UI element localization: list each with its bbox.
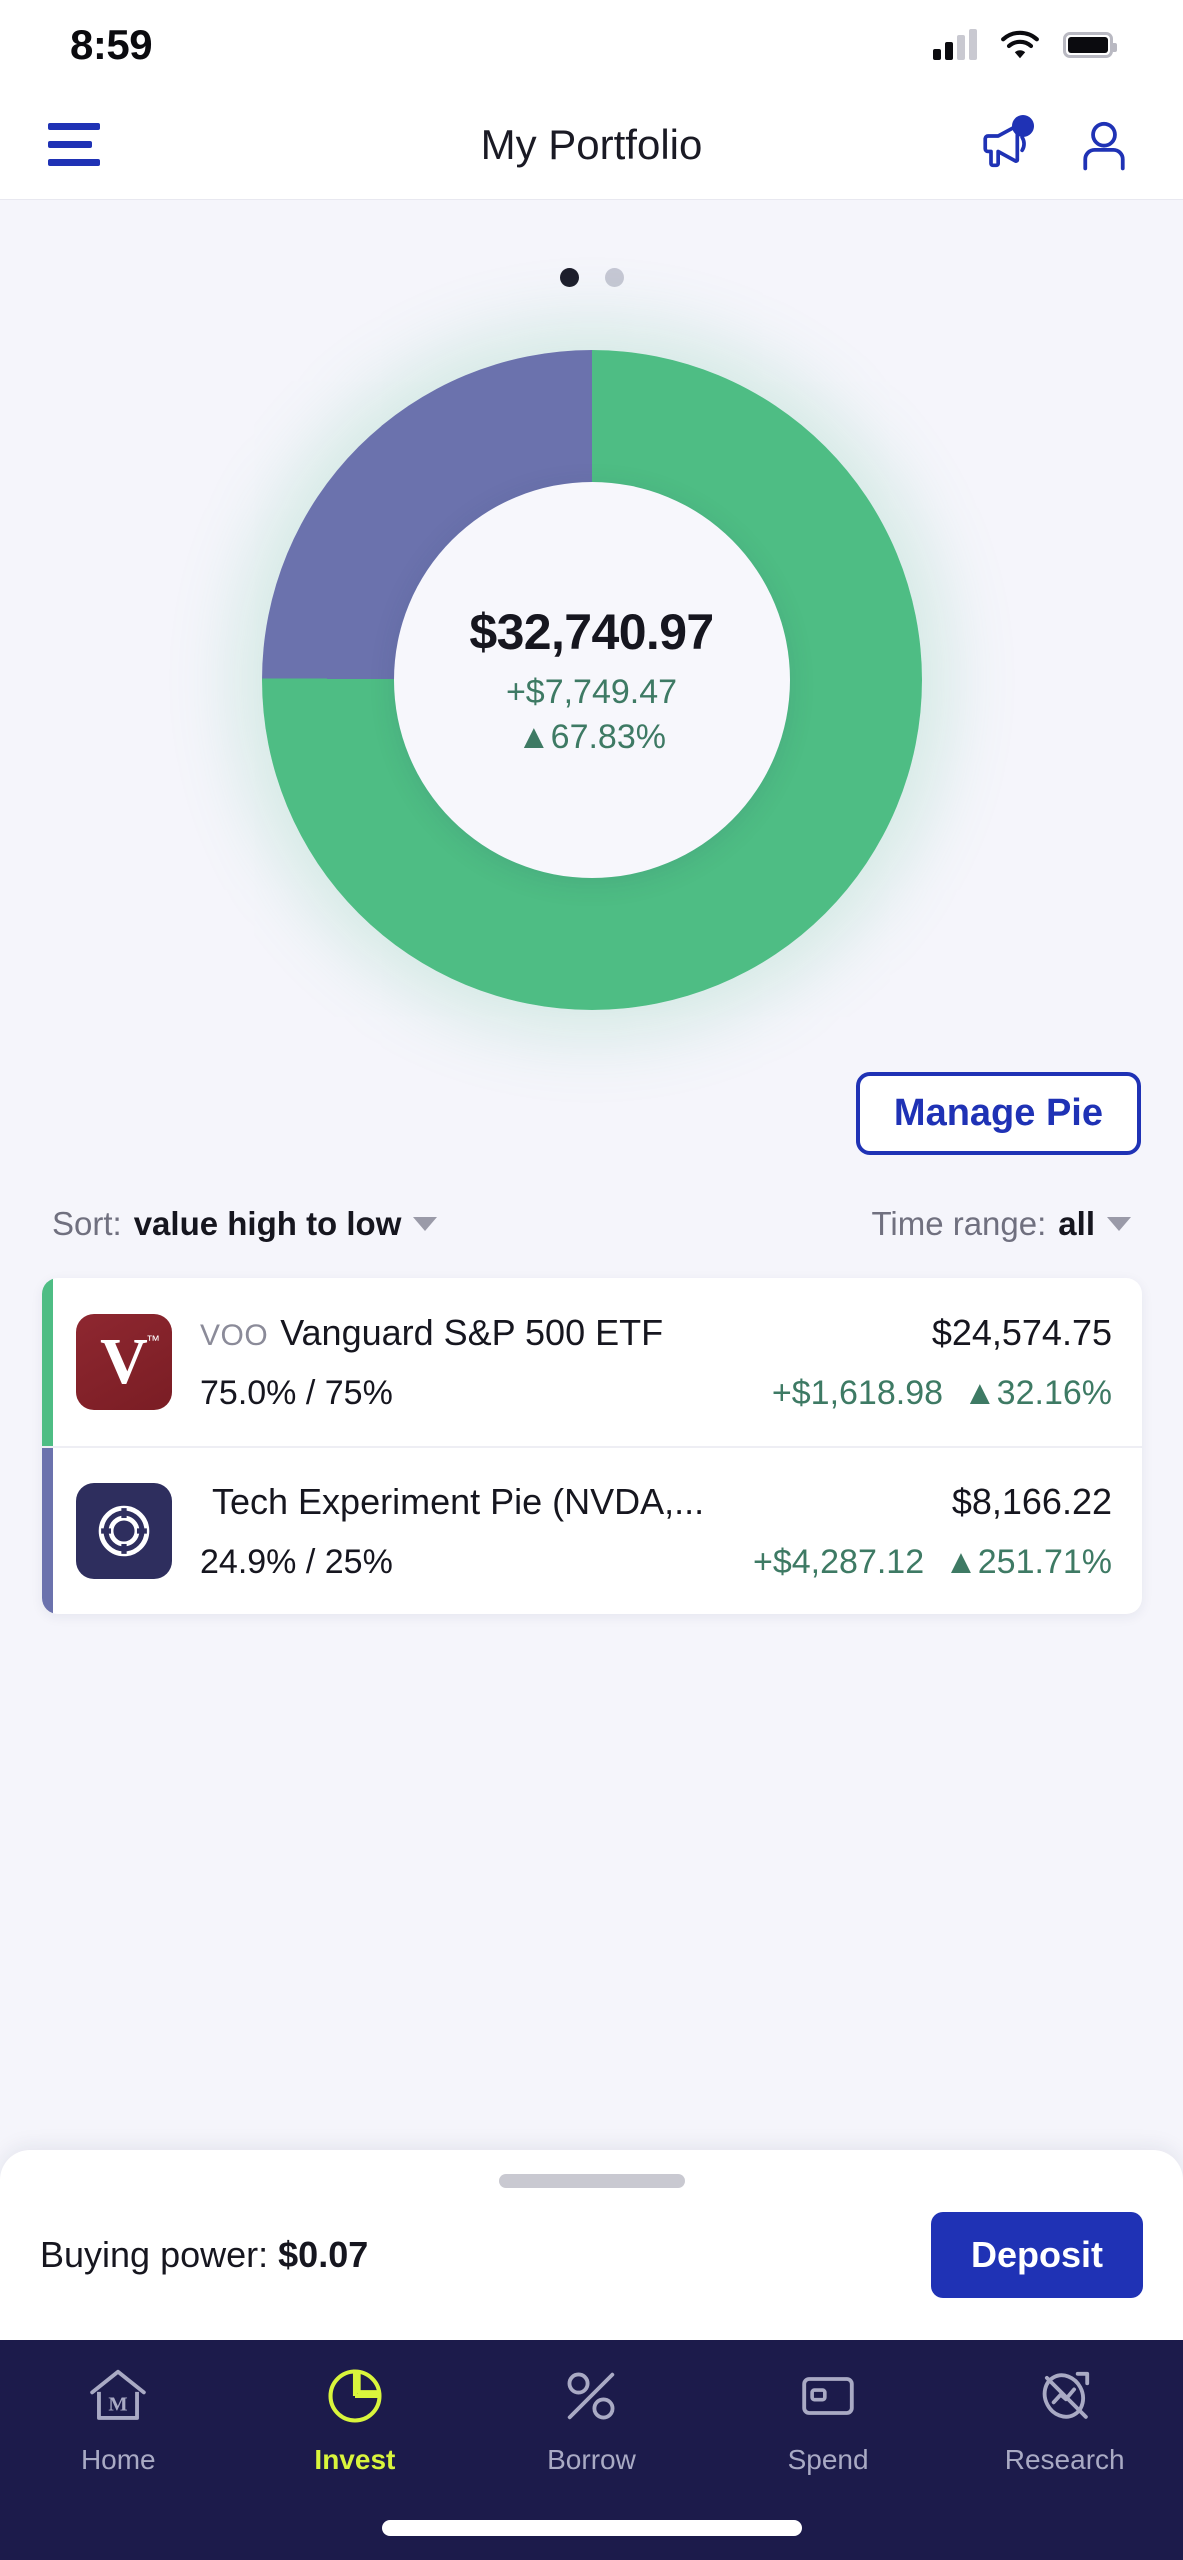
bottom-navigation: M Home Invest Borrow Spend Research	[0, 2340, 1183, 2560]
nav-item-spend[interactable]: Spend	[723, 2362, 933, 2476]
nav-label-spend: Spend	[787, 2444, 869, 2475]
buying-power-value: $0.07	[278, 2234, 369, 2275]
holding-name: Tech Experiment Pie (NVDA,...	[212, 1480, 705, 1522]
notification-badge-dot	[1012, 114, 1034, 137]
time-range-label: Time range:	[871, 1205, 1047, 1242]
header-actions	[975, 114, 1135, 176]
holding-value: $24,574.75	[931, 1311, 1112, 1353]
list-controls: Sort: value high to low Time range: all	[0, 1205, 1183, 1243]
time-range-value: all	[1058, 1205, 1095, 1242]
battery-icon	[1063, 32, 1117, 58]
nav-item-borrow[interactable]: Borrow	[486, 2362, 696, 2476]
app-header: My Portfolio	[0, 90, 1183, 200]
status-bar: 8:59	[0, 0, 1183, 90]
deposit-button[interactable]: Deposit	[930, 2212, 1143, 2298]
list-item[interactable]: V ™ VOO Vanguard S&P 500 ETF $24,574.75 …	[42, 1278, 1142, 1446]
hamburger-menu-icon[interactable]	[48, 121, 104, 169]
app-screen: 8:59 My Portfolio $32,740.97 +$7,749.47 …	[0, 0, 1183, 2560]
person-icon	[1083, 121, 1125, 170]
holding-gains: +$4,287.12 ▲251.71%	[753, 1543, 1112, 1582]
logo-letter: V	[100, 1325, 148, 1398]
holding-gain-amount: +$1,618.98	[771, 1373, 944, 1412]
list-item[interactable]: Tech Experiment Pie (NVDA,... $8,166.22 …	[42, 1446, 1142, 1614]
drag-handle[interactable]	[498, 2174, 685, 2188]
status-indicators	[933, 29, 1117, 61]
holding-weights: 24.9% / 25%	[200, 1542, 393, 1581]
holding-accent-bar	[42, 1448, 53, 1614]
pager-dot-1[interactable]	[559, 268, 579, 287]
holding-value: $8,166.22	[951, 1480, 1112, 1522]
sort-dropdown[interactable]: Sort: value high to low	[52, 1205, 438, 1243]
portfolio-donut-chart[interactable]: $32,740.97 +$7,749.47 ▲67.83%	[0, 340, 1183, 1020]
holding-name: Vanguard S&P 500 ETF	[280, 1311, 664, 1353]
chevron-down-icon	[1107, 1217, 1131, 1231]
holdings-list: V ™ VOO Vanguard S&P 500 ETF $24,574.75 …	[42, 1278, 1142, 1614]
holding-body: VOO Vanguard S&P 500 ETF $24,574.75 75.0…	[200, 1312, 1112, 1413]
profile-button[interactable]	[1073, 114, 1135, 176]
nav-label-home: Home	[80, 2444, 156, 2475]
signal-bars-icon	[933, 29, 977, 60]
nav-label-borrow: Borrow	[547, 2444, 636, 2475]
holding-gains: +$1,618.98 ▲32.16%	[772, 1374, 1112, 1413]
card-icon	[802, 2377, 854, 2415]
trademark-mark: ™	[146, 1332, 160, 1348]
trend-circle-icon	[1042, 2371, 1089, 2419]
donut-center: $32,740.97 +$7,749.47 ▲67.83%	[393, 482, 790, 878]
house-m-icon: M	[90, 2369, 147, 2420]
donut-glow: $32,740.97 +$7,749.47 ▲67.83%	[261, 350, 922, 1010]
nav-label-invest: Invest	[314, 2444, 396, 2475]
pie-slice-logo-icon	[76, 1483, 172, 1579]
buying-power-sheet: Buying power: $0.07 Deposit	[0, 2150, 1183, 2340]
time-range-dropdown[interactable]: Time range: all	[871, 1205, 1131, 1243]
announcements-button[interactable]	[975, 114, 1037, 176]
portfolio-total-gain: +$7,749.47	[505, 673, 678, 711]
sort-value: value high to low	[133, 1205, 402, 1242]
nav-label-research: Research	[1004, 2444, 1125, 2475]
holding-weights: 75.0% / 75%	[200, 1373, 393, 1412]
chevron-down-icon	[413, 1217, 438, 1231]
holding-accent-bar	[42, 1278, 53, 1446]
donut-icon	[98, 1505, 150, 1557]
home-indicator	[381, 2520, 802, 2536]
nav-item-research[interactable]: Research	[960, 2362, 1170, 2476]
holding-gain-percent: ▲32.16%	[963, 1373, 1112, 1412]
pie-chart-icon	[328, 2369, 382, 2423]
nav-item-home[interactable]: M Home	[13, 2362, 223, 2476]
nav-item-invest[interactable]: Invest	[250, 2362, 460, 2476]
svg-text:M: M	[109, 2394, 128, 2416]
holding-gain-percent: ▲251.71%	[944, 1542, 1112, 1581]
manage-pie-button[interactable]: Manage Pie	[855, 1072, 1141, 1155]
vanguard-logo-icon: V ™	[76, 1314, 172, 1410]
buying-power: Buying power: $0.07	[40, 2234, 368, 2276]
portfolio-total-gain-percent: ▲67.83%	[517, 718, 666, 756]
holding-ticker: VOO	[200, 1318, 269, 1352]
pager-dot-2[interactable]	[604, 268, 624, 287]
status-time: 8:59	[70, 21, 153, 68]
holding-body: Tech Experiment Pie (NVDA,... $8,166.22 …	[200, 1481, 1112, 1582]
holding-gain-amount: +$4,287.12	[753, 1542, 925, 1581]
portfolio-total-value: $32,740.97	[469, 604, 714, 660]
wifi-icon	[1001, 30, 1039, 58]
buying-power-label: Buying power:	[40, 2234, 269, 2275]
sort-label: Sort:	[52, 1205, 122, 1242]
percent-icon	[568, 2372, 615, 2420]
carousel-pager[interactable]	[0, 268, 1183, 287]
